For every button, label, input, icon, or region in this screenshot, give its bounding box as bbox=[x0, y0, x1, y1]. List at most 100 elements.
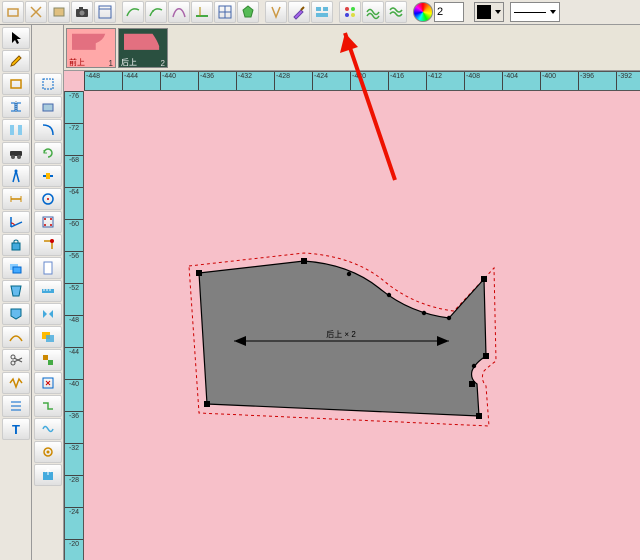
ruler-tick: -424 bbox=[312, 72, 328, 90]
ruler-icon[interactable] bbox=[34, 280, 62, 302]
piece3-icon[interactable] bbox=[34, 96, 62, 118]
number-input[interactable] bbox=[434, 2, 464, 22]
curve3-icon[interactable] bbox=[2, 326, 30, 348]
ruler-tick: -52 bbox=[65, 283, 83, 292]
select2-icon[interactable] bbox=[34, 73, 62, 95]
pattern-thumb-2[interactable]: 后上 2 bbox=[118, 28, 168, 68]
transform-icon[interactable] bbox=[34, 372, 62, 394]
ruler-horizontal: -448-444-440-436-432-428-424-420-416-412… bbox=[84, 71, 640, 91]
ruler-tick: -24 bbox=[65, 507, 83, 516]
export-icon[interactable] bbox=[34, 464, 62, 486]
ruler-tick: -72 bbox=[65, 123, 83, 132]
color-wheel-icon[interactable] bbox=[413, 2, 433, 22]
ruler-tick: -76 bbox=[65, 91, 83, 100]
canvas[interactable]: 后上 × 2 bbox=[84, 91, 640, 560]
pattern-label: 前上 bbox=[69, 57, 85, 68]
ruler-tick: -448 bbox=[84, 72, 100, 90]
ruler-tick: -428 bbox=[274, 72, 290, 90]
wave2-icon[interactable] bbox=[385, 1, 407, 23]
scissors-icon[interactable] bbox=[2, 349, 30, 371]
ruler-tick: -32 bbox=[65, 443, 83, 452]
ruler-tick: -396 bbox=[578, 72, 594, 90]
ruler-tick: -28 bbox=[65, 475, 83, 484]
piece1-icon[interactable] bbox=[2, 280, 30, 302]
piece-label: 后上 × 2 bbox=[326, 329, 356, 339]
ruler-tick: -444 bbox=[122, 72, 138, 90]
circle-icon[interactable] bbox=[34, 188, 62, 210]
pattern-panel: 前上 1 后上 2 bbox=[64, 25, 640, 71]
ruler-tick: -432 bbox=[236, 72, 252, 90]
color-dropdown[interactable] bbox=[474, 2, 504, 22]
overlap-icon[interactable] bbox=[34, 326, 62, 348]
ruler-tick: -44 bbox=[65, 347, 83, 356]
pattern-piece[interactable]: 后上 × 2 bbox=[174, 231, 504, 441]
ruler-tick: -68 bbox=[65, 155, 83, 164]
text-icon[interactable]: T bbox=[2, 418, 30, 440]
top-toolbar bbox=[0, 0, 640, 25]
lines-icon[interactable] bbox=[2, 395, 30, 417]
wave-icon[interactable] bbox=[362, 1, 384, 23]
hflip-icon[interactable] bbox=[34, 303, 62, 325]
ruler-tick: -48 bbox=[65, 315, 83, 324]
curve2-icon[interactable] bbox=[145, 1, 167, 23]
page-icon[interactable] bbox=[34, 257, 62, 279]
ruler-tick: -420 bbox=[350, 72, 366, 90]
compass-icon[interactable] bbox=[2, 165, 30, 187]
ruler-tick: -408 bbox=[464, 72, 480, 90]
window-icon[interactable] bbox=[94, 1, 116, 23]
ruler-tick: -64 bbox=[65, 187, 83, 196]
ruler-tick: -40 bbox=[65, 379, 83, 388]
rect-icon[interactable] bbox=[2, 73, 30, 95]
left-toolbar-2 bbox=[32, 25, 64, 560]
gear-icon[interactable] bbox=[34, 441, 62, 463]
pencil-icon[interactable] bbox=[2, 50, 30, 72]
ruler-tick: -436 bbox=[198, 72, 214, 90]
notch-icon[interactable] bbox=[265, 1, 287, 23]
curve4-icon[interactable] bbox=[34, 119, 62, 141]
ruler-tick: -440 bbox=[160, 72, 176, 90]
baseline-icon[interactable] bbox=[191, 1, 213, 23]
toolbtn-2[interactable] bbox=[25, 1, 47, 23]
ruler-tick: -404 bbox=[502, 72, 518, 90]
left-toolbar-1: T bbox=[0, 25, 32, 560]
bezier-icon[interactable] bbox=[168, 1, 190, 23]
brush-icon[interactable] bbox=[288, 1, 310, 23]
mirror-icon[interactable] bbox=[2, 96, 30, 118]
linestyle-dropdown[interactable] bbox=[510, 2, 560, 22]
adjust-icon[interactable] bbox=[34, 165, 62, 187]
snap-icon[interactable] bbox=[34, 234, 62, 256]
group-icon[interactable] bbox=[34, 349, 62, 371]
svg-text:T: T bbox=[12, 422, 20, 437]
zigzag-icon[interactable] bbox=[2, 372, 30, 394]
thread-icon[interactable] bbox=[34, 418, 62, 440]
shape-icon[interactable] bbox=[237, 1, 259, 23]
piece2-icon[interactable] bbox=[2, 303, 30, 325]
ruler-tick: -36 bbox=[65, 411, 83, 420]
join-icon[interactable] bbox=[34, 395, 62, 417]
car-icon[interactable] bbox=[2, 142, 30, 164]
rotate-icon[interactable] bbox=[34, 142, 62, 164]
palette-icon[interactable] bbox=[339, 1, 361, 23]
align-icon[interactable] bbox=[311, 1, 333, 23]
pattern-num: 2 bbox=[161, 59, 165, 68]
toolbtn-3[interactable] bbox=[48, 1, 70, 23]
layers-icon[interactable] bbox=[2, 257, 30, 279]
ruler-tick: -392 bbox=[616, 72, 632, 90]
grid2-icon[interactable] bbox=[34, 211, 62, 233]
angle-icon[interactable] bbox=[2, 211, 30, 233]
bag-icon[interactable] bbox=[2, 234, 30, 256]
pointer-icon[interactable] bbox=[2, 27, 30, 49]
camera-icon[interactable] bbox=[71, 1, 93, 23]
align2-icon[interactable] bbox=[2, 119, 30, 141]
pattern-thumb-1[interactable]: 前上 1 bbox=[66, 28, 116, 68]
toolbtn-1[interactable] bbox=[2, 1, 24, 23]
pattern-num: 1 bbox=[109, 59, 113, 68]
ruler-tick: -416 bbox=[388, 72, 404, 90]
grid-icon[interactable] bbox=[214, 1, 236, 23]
pattern-label: 后上 bbox=[121, 57, 137, 68]
ruler-tick: -56 bbox=[65, 251, 83, 260]
curve1-icon[interactable] bbox=[122, 1, 144, 23]
ruler-tick: -400 bbox=[540, 72, 556, 90]
ruler-tick: -20 bbox=[65, 539, 83, 548]
measure-icon[interactable] bbox=[2, 188, 30, 210]
